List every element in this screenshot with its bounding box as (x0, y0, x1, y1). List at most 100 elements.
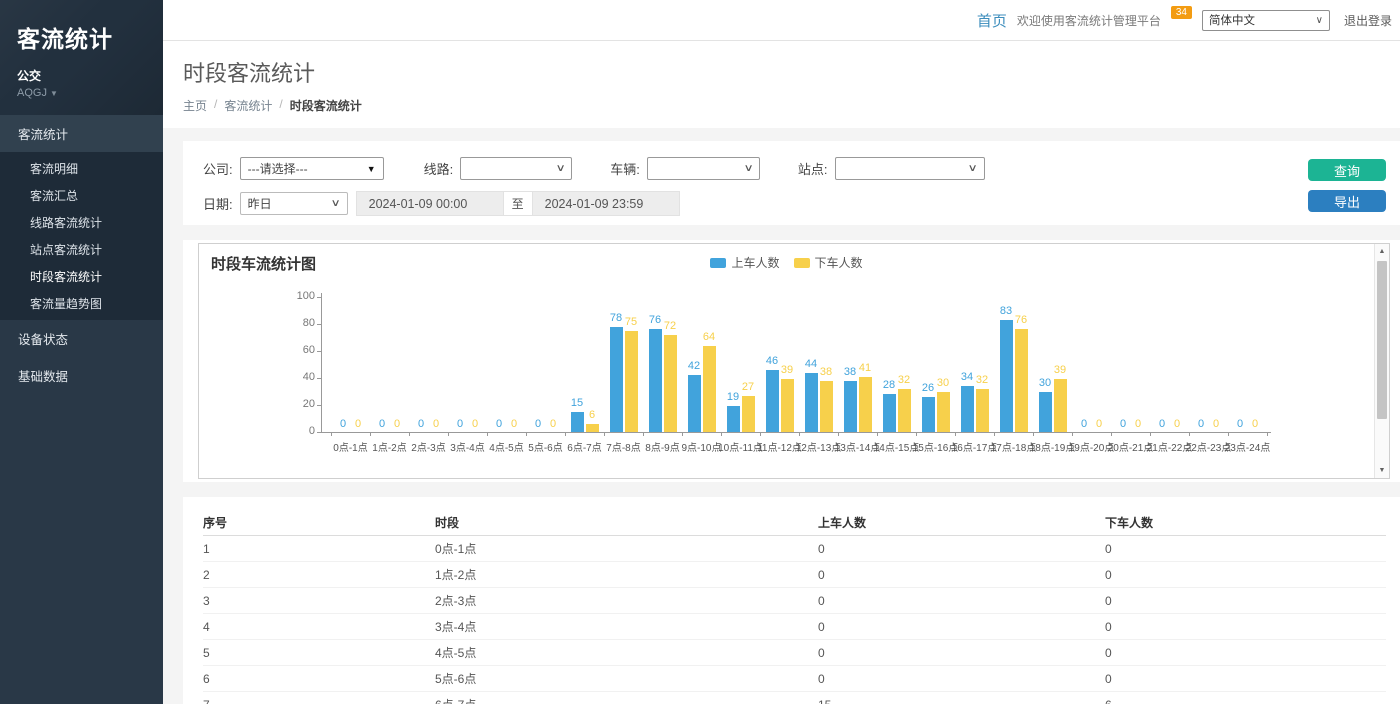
page-title: 时段客流统计 (183, 56, 1400, 88)
date-from-input[interactable]: 2024-01-09 00:00 (356, 191, 504, 216)
chart-panel: 时段车流统计图 上车人数下车人数 0204060801000点-1点001点-2… (183, 240, 1400, 482)
bar-上车人数-11点-12点 (766, 370, 779, 432)
table-cell: 0 (1105, 594, 1386, 608)
table-cell: 3点-4点 (435, 618, 818, 635)
breadcrumb: 主页/客流统计/时段客流统计 (183, 97, 1400, 114)
table-cell: 0 (1105, 568, 1386, 582)
bar-value-label: 76 (1001, 314, 1041, 326)
table-cell: 1 (203, 542, 435, 556)
table-cell: 6点-7点 (435, 696, 818, 704)
bar-上车人数-15点-16点 (922, 397, 935, 432)
bar-下车人数-9点-10点 (703, 346, 716, 432)
filter-row-2: 日期: 昨日 ∨ 2024-01-09 00:00 至 2024-01-09 2… (203, 191, 1400, 216)
table-cell: 0 (1105, 542, 1386, 556)
date-to-input[interactable]: 2024-01-09 23:59 (532, 191, 680, 216)
scroll-up-icon[interactable]: ▲ (1375, 244, 1389, 259)
chevron-down-icon: ∨ (743, 163, 753, 174)
query-button[interactable]: 查询 (1308, 159, 1386, 181)
scroll-down-icon[interactable]: ▼ (1375, 463, 1389, 478)
table-row: 21点-2点00 (203, 562, 1386, 588)
sidebar-section-基础数据[interactable]: 基础数据 (0, 357, 163, 394)
y-axis-tick-label: 100 (279, 290, 315, 302)
table-row: 32点-3点00 (203, 588, 1386, 614)
chevron-down-icon: ∨ (555, 163, 565, 174)
language-select[interactable]: 简体中文 ∨ (1202, 10, 1330, 31)
bar-value-label: 0 (1235, 418, 1275, 430)
bar-上车人数-12点-13点 (805, 373, 818, 432)
table-cell: 1点-2点 (435, 566, 818, 583)
filter-buttons: 查询 导出 (1308, 159, 1386, 212)
sidebar-section-客流统计[interactable]: 客流统计 (0, 115, 163, 152)
sidebar-item-客流明细[interactable]: 客流明细 (0, 155, 163, 182)
table-row: 76点-7点156 (203, 692, 1386, 704)
breadcrumb-item-主页[interactable]: 主页 (183, 97, 207, 114)
table-cell: 5 (203, 646, 435, 660)
bar-value-label: 64 (689, 331, 729, 343)
app-logo-area: 客流统计 公交 AQGJ ▼ (0, 0, 163, 115)
y-axis-tick-label: 20 (279, 398, 315, 410)
logout-link[interactable]: 退出登录 (1344, 12, 1392, 29)
table-cell: 0 (818, 542, 1105, 556)
bar-value-label: 0 (533, 418, 573, 430)
station-select[interactable]: ∨ (835, 157, 985, 180)
table-cell: 2点-3点 (435, 592, 818, 609)
table-cell: 4 (203, 620, 435, 634)
sidebar-item-站点客流统计[interactable]: 站点客流统计 (0, 236, 163, 263)
bar-上车人数-17点-18点 (1000, 320, 1013, 432)
table-cell: 5点-6点 (435, 670, 818, 687)
table-cell: 0点-1点 (435, 540, 818, 557)
bar-上车人数-13点-14点 (844, 381, 857, 432)
table-body: 10点-1点0021点-2点0032点-3点0043点-4点0054点-5点00… (203, 536, 1386, 704)
breadcrumb-item-客流统计[interactable]: 客流统计 (224, 97, 272, 114)
bar-value-label: 15 (557, 397, 597, 409)
chart-vertical-scrollbar[interactable]: ▲ ▼ (1374, 244, 1389, 478)
filter-panel: 公司: ---请选择--- ▼ 线路: ∨ 车辆: ∨ 站点: (183, 141, 1400, 225)
scrollbar-thumb[interactable] (1377, 261, 1387, 419)
date-label: 日期: (203, 194, 233, 213)
sidebar-section-设备状态[interactable]: 设备状态 (0, 320, 163, 357)
bar-上车人数-18点-19点 (1039, 392, 1052, 433)
welcome-text: 欢迎使用客流统计管理平台 (1017, 12, 1161, 29)
org-code-dropdown[interactable]: AQGJ ▼ (17, 87, 163, 99)
table-row: 10点-1点00 (203, 536, 1386, 562)
sidebar-item-时段客流统计[interactable]: 时段客流统计 (0, 263, 163, 290)
table-header-cell-序号: 序号 (203, 514, 435, 531)
company-select[interactable]: ---请选择--- ▼ (240, 157, 384, 180)
table-cell: 0 (1105, 672, 1386, 686)
table-cell: 2 (203, 568, 435, 582)
line-label: 线路: (424, 159, 454, 178)
table-cell: 4点-5点 (435, 644, 818, 661)
bar-上车人数-10点-11点 (727, 406, 740, 432)
bar-chart: 0204060801000点-1点001点-2点002点-3点003点-4点00… (199, 244, 1389, 478)
topbar: 首页 欢迎使用客流统计管理平台 34 简体中文 ∨ 退出登录 (163, 0, 1400, 41)
content: 公司: ---请选择--- ▼ 线路: ∨ 车辆: ∨ 站点: (163, 128, 1400, 704)
notification-badge: 34 (1171, 6, 1192, 19)
sidebar-item-客流量趋势图[interactable]: 客流量趋势图 (0, 290, 163, 317)
vehicle-label: 车辆: (610, 159, 640, 178)
sidebar-item-客流汇总[interactable]: 客流汇总 (0, 182, 163, 209)
bar-上车人数-16点-17点 (961, 386, 974, 432)
station-label: 站点: (798, 159, 828, 178)
bar-上车人数-7点-8点 (610, 327, 623, 432)
vehicle-select[interactable]: ∨ (647, 157, 760, 180)
bar-value-label: 6 (572, 409, 612, 421)
bar-value-label: 32 (962, 374, 1002, 386)
content-header: 时段客流统计 主页/客流统计/时段客流统计 (163, 41, 1400, 128)
home-link[interactable]: 首页 (977, 10, 1007, 31)
bar-下车人数-10点-11点 (742, 396, 755, 432)
date-preset-select[interactable]: 昨日 ∨ (240, 192, 348, 215)
table-row: 43点-4点00 (203, 614, 1386, 640)
y-axis-tick-label: 0 (279, 425, 315, 437)
bar-下车人数-11点-12点 (781, 379, 794, 432)
table-row: 65点-6点00 (203, 666, 1386, 692)
bar-下车人数-12点-13点 (820, 381, 833, 432)
bar-上车人数-14点-15点 (883, 394, 896, 432)
line-select[interactable]: ∨ (460, 157, 572, 180)
y-axis-tick-label: 80 (279, 317, 315, 329)
bar-下车人数-7点-8点 (625, 331, 638, 432)
sidebar-item-线路客流统计[interactable]: 线路客流统计 (0, 209, 163, 236)
export-button[interactable]: 导出 (1308, 190, 1386, 212)
company-label: 公司: (203, 159, 233, 178)
bar-上车人数-9点-10点 (688, 375, 701, 432)
bar-value-label: 41 (845, 362, 885, 374)
